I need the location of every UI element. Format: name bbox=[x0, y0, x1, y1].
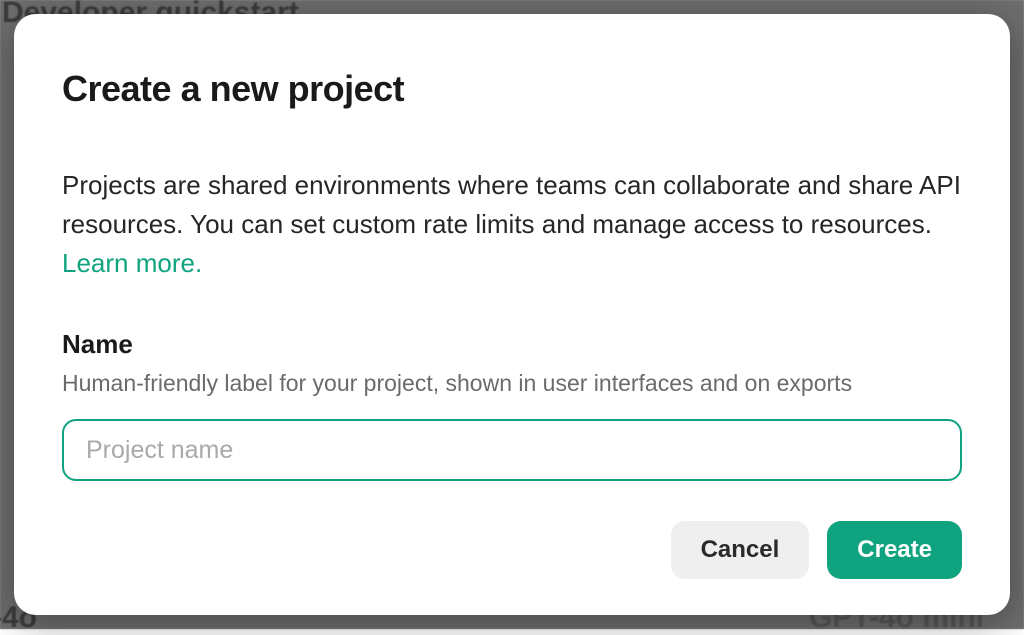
dialog-description: Projects are shared environments where t… bbox=[62, 166, 962, 283]
learn-more-link[interactable]: Learn more. bbox=[62, 248, 202, 278]
create-button[interactable]: Create bbox=[827, 521, 962, 579]
project-name-input[interactable] bbox=[62, 419, 962, 481]
dialog-footer: Cancel Create bbox=[62, 491, 962, 579]
dialog-title: Create a new project bbox=[62, 68, 962, 110]
name-field-help: Human-friendly label for your project, s… bbox=[62, 370, 962, 397]
dialog-description-text: Projects are shared environments where t… bbox=[62, 170, 961, 239]
name-field-label: Name bbox=[62, 329, 962, 360]
create-project-dialog: Create a new project Projects are shared… bbox=[14, 14, 1010, 615]
cancel-button[interactable]: Cancel bbox=[671, 521, 810, 579]
